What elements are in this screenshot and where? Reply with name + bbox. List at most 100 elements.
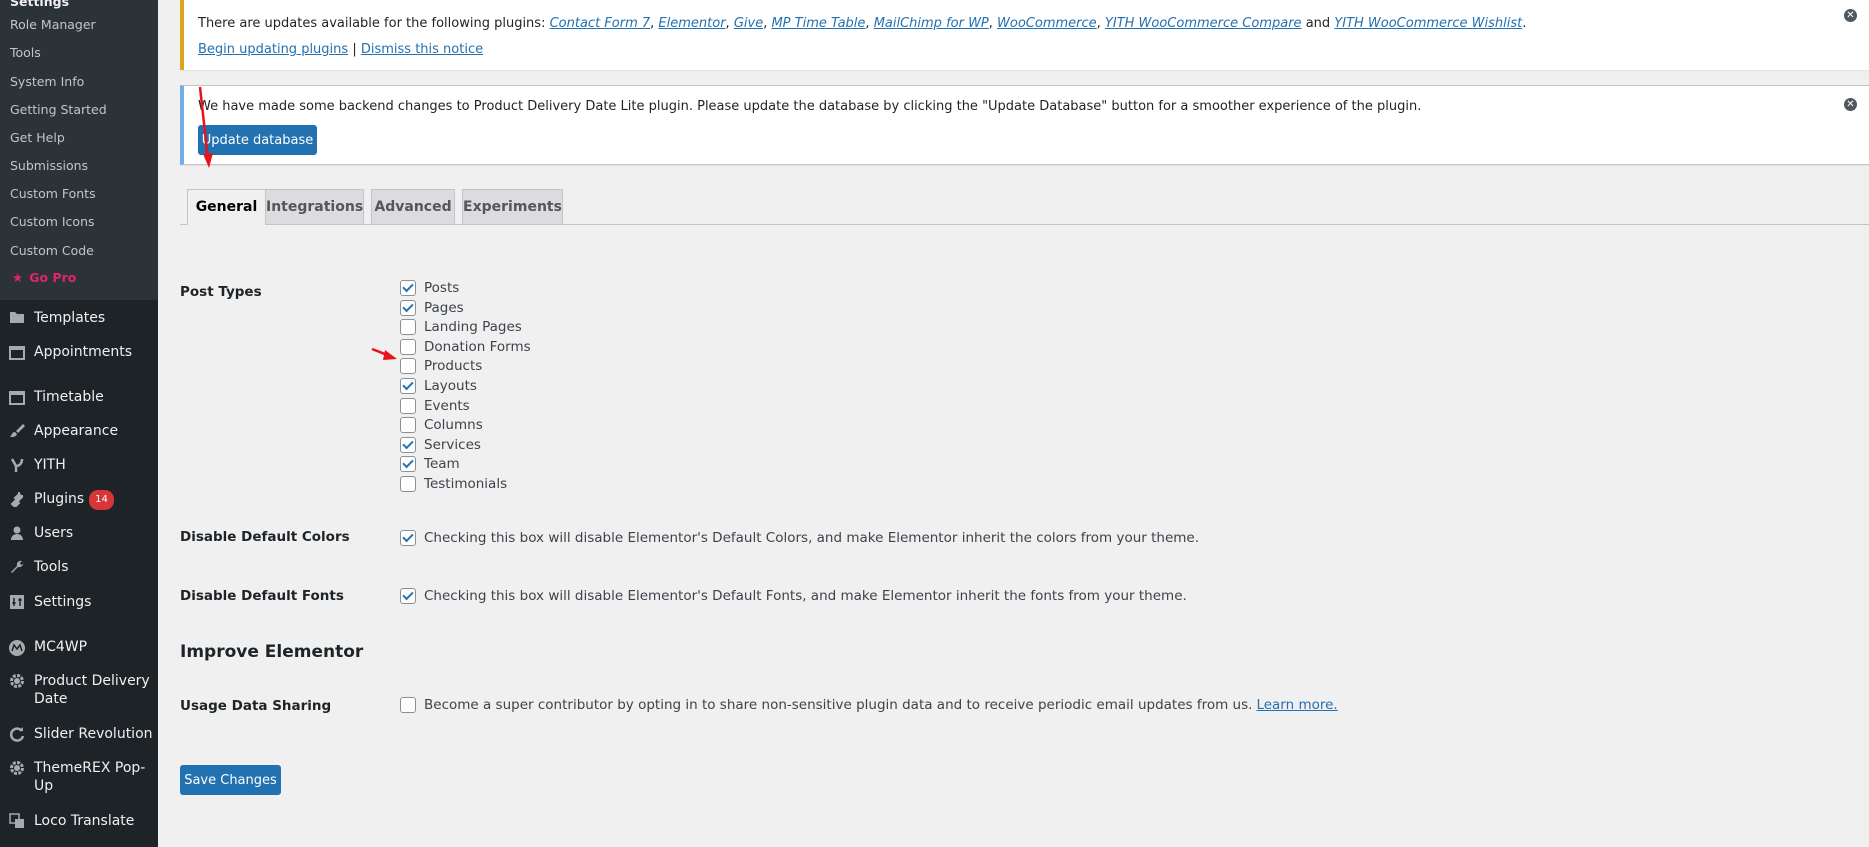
post-type-option[interactable]: Team: [400, 456, 460, 473]
learn-more-link[interactable]: Learn more.: [1256, 697, 1337, 713]
post-type-label: Landing Pages: [424, 319, 522, 336]
close-icon[interactable]: ✕: [1844, 9, 1857, 22]
submenu-item-system-info[interactable]: System Info: [10, 74, 84, 89]
post-type-checkbox[interactable]: [400, 358, 416, 375]
tab-integrations[interactable]: Integrations: [265, 189, 364, 225]
plugin-link[interactable]: MP Time Table: [771, 16, 865, 31]
disable-fonts-checkbox[interactable]: [400, 588, 416, 604]
submenu-item-custom-icons[interactable]: Custom Icons: [10, 214, 95, 229]
usage-data-option[interactable]: Become a super contributor by opting in …: [400, 697, 1338, 713]
menu-item-appearance[interactable]: Appearance: [0, 422, 158, 440]
disable-colors-option[interactable]: Checking this box will disable Elementor…: [400, 530, 1199, 546]
disable-fonts-label: Disable Default Fonts: [180, 588, 344, 604]
tab-experiments[interactable]: Experiments: [462, 189, 563, 225]
post-type-checkbox[interactable]: [400, 476, 416, 492]
post-type-option[interactable]: Services: [400, 436, 481, 453]
post-type-option[interactable]: Pages: [400, 299, 464, 316]
post-type-checkbox[interactable]: [400, 378, 416, 394]
post-type-option[interactable]: Columns: [400, 417, 483, 434]
plugin-link[interactable]: WooCommerce: [997, 16, 1097, 31]
gear-icon: [0, 759, 34, 776]
notice-db-text: We have made some backend changes to Pro…: [198, 99, 1422, 114]
menu-label: Appearance: [34, 423, 119, 439]
menu-item-timetable[interactable]: Timetable: [0, 388, 158, 406]
post-type-label: Team: [424, 456, 460, 473]
plugin-link[interactable]: YITH WooCommerce Wishlist: [1334, 16, 1522, 31]
post-type-checkbox[interactable]: [400, 436, 416, 453]
post-type-option[interactable]: Posts: [400, 280, 459, 296]
submenu-item-custom-fonts[interactable]: Custom Fonts: [10, 186, 96, 201]
post-type-option[interactable]: Events: [400, 397, 470, 414]
menu-item-product-delivery-date[interactable]: Product Delivery Date: [0, 672, 158, 708]
menu-label: Appointments: [34, 344, 133, 360]
menu-label: Templates: [34, 310, 106, 326]
menu-item-slider-revolution[interactable]: Slider Revolution: [0, 725, 158, 743]
post-type-option[interactable]: Layouts: [400, 378, 477, 394]
post-type-checkbox[interactable]: [400, 319, 416, 336]
post-type-option[interactable]: Donation Forms: [400, 338, 531, 355]
disable-colors-checkbox[interactable]: [400, 530, 416, 546]
submenu-item-tools[interactable]: Tools: [10, 45, 41, 60]
close-icon[interactable]: ✕: [1844, 98, 1857, 111]
menu-label: Plugins 14: [34, 490, 114, 510]
annotation-arrow: [198, 86, 213, 168]
separator: |: [352, 42, 357, 57]
tab-general[interactable]: General: [187, 189, 266, 225]
dismiss-notice-link[interactable]: Dismiss this notice: [361, 42, 483, 57]
submenu-item-submissions[interactable]: Submissions: [10, 158, 88, 173]
calendar-icon: [0, 343, 34, 360]
submenu-item-go-pro[interactable]: ★ Go Pro: [12, 270, 76, 285]
begin-updating-link[interactable]: Begin updating plugins: [198, 42, 348, 57]
submenu-item-settings[interactable]: Settings: [10, 0, 69, 9]
translate-icon: [0, 812, 34, 829]
plugin-link[interactable]: Contact Form 7: [550, 16, 651, 31]
improve-elementor-heading: Improve Elementor: [180, 642, 364, 662]
post-type-checkbox[interactable]: [400, 280, 416, 296]
post-type-option[interactable]: Landing Pages: [400, 319, 522, 336]
menu-item-appointments[interactable]: Appointments: [0, 343, 158, 361]
menu-label: ThemeREX Pop-Up: [34, 760, 146, 794]
submenu-item-getting-started[interactable]: Getting Started: [10, 102, 107, 117]
plug-icon: [0, 490, 34, 507]
and-text: and: [1305, 16, 1331, 31]
post-type-checkbox[interactable]: [400, 338, 416, 355]
menu-item-plugins[interactable]: Plugins 14: [0, 490, 158, 510]
save-changes-button[interactable]: Save Changes: [180, 765, 281, 795]
notice-text: There are updates available for the foll…: [198, 16, 546, 31]
menu-item-templates[interactable]: Templates: [0, 309, 158, 327]
post-type-label: Testimonials: [424, 476, 508, 492]
menu-item-loco-translate[interactable]: Loco Translate: [0, 812, 158, 830]
post-type-checkbox[interactable]: [400, 397, 416, 414]
gear-icon: [0, 672, 34, 689]
submenu-item-role-manager[interactable]: Role Manager: [10, 17, 96, 32]
star-icon: ★: [12, 270, 24, 285]
post-type-checkbox[interactable]: [400, 299, 416, 316]
plugin-link[interactable]: YITH WooCommerce Compare: [1105, 16, 1302, 31]
menu-label: Settings: [34, 594, 92, 610]
submenu-item-custom-code[interactable]: Custom Code: [10, 243, 94, 258]
menu-item-settings[interactable]: Settings: [0, 593, 158, 611]
submenu-item-get-help[interactable]: Get Help: [10, 130, 65, 145]
brush-icon: [0, 422, 34, 439]
plugin-link[interactable]: Give: [734, 16, 763, 31]
menu-item-themerex-popup[interactable]: ThemeREX Pop-Up: [0, 759, 158, 795]
tab-advanced[interactable]: Advanced: [371, 189, 455, 225]
plugin-link[interactable]: MailChimp for WP: [874, 16, 989, 31]
mc4wp-icon: [0, 638, 34, 657]
menu-item-mc4wp[interactable]: MC4WP: [0, 638, 158, 657]
disable-fonts-option[interactable]: Checking this box will disable Elementor…: [400, 588, 1187, 604]
menu-item-yith[interactable]: YITH: [0, 456, 158, 474]
post-type-option[interactable]: Products: [400, 358, 482, 375]
menu-label: Loco Translate: [34, 813, 135, 829]
menu-label: Tools: [34, 559, 69, 575]
post-type-checkbox[interactable]: [400, 456, 416, 473]
menu-item-users[interactable]: Users: [0, 524, 158, 542]
post-type-label: Layouts: [424, 378, 477, 394]
user-icon: [0, 524, 34, 541]
menu-item-tools[interactable]: Tools: [0, 558, 158, 576]
usage-data-checkbox[interactable]: [400, 697, 416, 713]
post-type-checkbox[interactable]: [400, 417, 416, 434]
post-type-option[interactable]: Testimonials: [400, 476, 507, 492]
usage-data-label: Usage Data Sharing: [180, 698, 332, 714]
plugin-link[interactable]: Elementor: [658, 16, 725, 31]
